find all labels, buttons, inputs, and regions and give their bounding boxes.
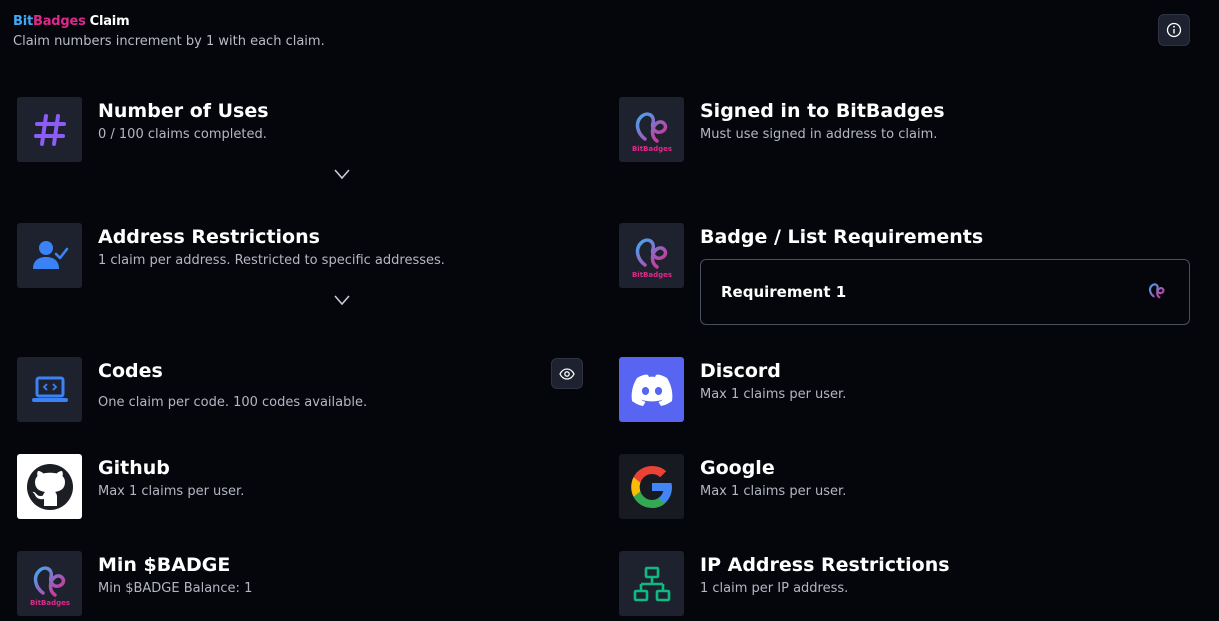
brand-badges: Badges — [32, 14, 86, 29]
user-check-icon — [32, 240, 68, 269]
google-desc: Max 1 claims per user. — [700, 484, 847, 499]
bitbadges-logo-icon: BitBadges — [631, 237, 672, 279]
address-chevron-down-icon[interactable] — [333, 294, 351, 306]
github-title: Github — [98, 457, 170, 479]
bitbadges-logo-box-2: BitBadges — [619, 223, 684, 288]
signed-in-title: Signed in to BitBadges — [700, 100, 945, 122]
bitbadges-logo-box-3: BitBadges — [17, 551, 82, 616]
min-badge-title: Min $BADGE — [98, 554, 231, 576]
network-icon-box — [619, 551, 684, 616]
view-codes-button[interactable] — [551, 358, 583, 389]
codes-desc: One claim per code. 100 codes available. — [98, 395, 368, 410]
bitbadges-logo-box: BitBadges — [619, 97, 684, 162]
ip-title: IP Address Restrictions — [700, 554, 950, 576]
brand-bit: Bit — [13, 14, 33, 29]
uses-title: Number of Uses — [98, 100, 269, 122]
laptop-code-icon-box — [17, 357, 82, 422]
uses-chevron-down-icon[interactable] — [333, 168, 351, 180]
brand-claim: Claim — [89, 14, 130, 29]
address-title: Address Restrictions — [98, 226, 320, 248]
badge-list-title: Badge / List Requirements — [700, 226, 984, 248]
discord-icon — [631, 374, 672, 406]
network-icon — [633, 566, 670, 601]
laptop-code-icon — [31, 376, 68, 402]
user-check-icon-box — [17, 223, 82, 288]
discord-title: Discord — [700, 360, 781, 382]
address-desc: 1 claim per address. Restricted to speci… — [98, 253, 445, 268]
github-icon-box — [17, 454, 82, 519]
google-icon-box — [619, 454, 684, 519]
eye-icon — [559, 367, 575, 380]
bitbadges-logo-icon: BitBadges — [29, 565, 70, 607]
brand-title: BitBadges Claim — [13, 14, 325, 29]
bitbadges-logo-text: BitBadges — [631, 271, 671, 279]
signed-in-desc: Must use signed in address to claim. — [700, 127, 938, 142]
bitbadges-logo-text: BitBadges — [29, 599, 69, 607]
min-badge-desc: Min $BADGE Balance: 1 — [98, 581, 253, 596]
requirement-label: Requirement 1 — [721, 283, 847, 301]
bitbadges-small-logo-icon — [1148, 283, 1165, 299]
google-title: Google — [700, 457, 775, 479]
bitbadges-logo-text: BitBadges — [631, 145, 671, 153]
header-subtitle: Claim numbers increment by 1 with each c… — [13, 34, 325, 49]
github-icon — [26, 463, 73, 510]
github-desc: Max 1 claims per user. — [98, 484, 245, 499]
requirement-card[interactable]: Requirement 1 — [700, 259, 1190, 325]
codes-title: Codes — [98, 360, 163, 382]
bitbadges-logo-icon: BitBadges — [631, 111, 672, 153]
info-button[interactable] — [1158, 14, 1190, 46]
header: BitBadges Claim Claim numbers increment b… — [13, 14, 325, 49]
ip-desc: 1 claim per IP address. — [700, 581, 849, 596]
hash-icon-box — [17, 97, 82, 162]
info-icon — [1166, 22, 1182, 38]
hash-icon — [33, 113, 66, 146]
discord-icon-box — [619, 357, 684, 422]
discord-desc: Max 1 claims per user. — [700, 387, 847, 402]
uses-desc: 0 / 100 claims completed. — [98, 127, 267, 142]
google-icon — [630, 465, 672, 508]
